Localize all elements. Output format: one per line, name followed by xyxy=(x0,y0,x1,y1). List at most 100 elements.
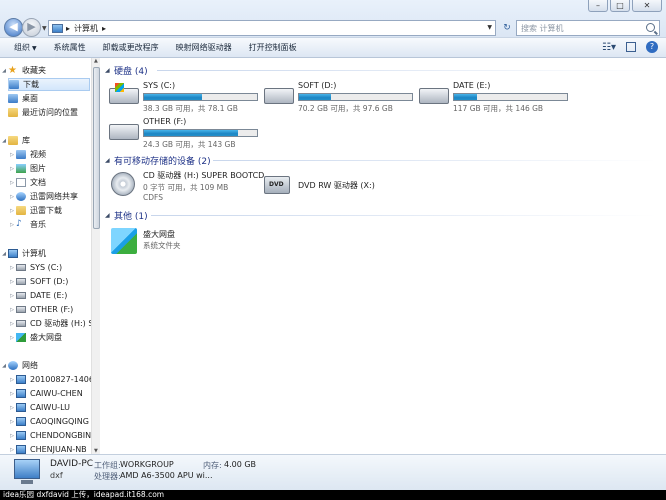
nav-xunlei-share[interactable]: ▷ 迅雷网络共享 xyxy=(8,190,98,203)
drive-icon xyxy=(16,306,26,313)
collapse-icon[interactable]: ◢ xyxy=(105,212,114,219)
expand-icon[interactable]: ▷ xyxy=(8,433,16,439)
group-header-other[interactable]: ◢ 其他 (1) xyxy=(105,208,148,222)
nav-network-item[interactable]: ▷ CAOQINGQING xyxy=(8,415,98,428)
expand-icon[interactable]: ▷ xyxy=(8,194,16,200)
nav-xunlei-download[interactable]: ▷ 迅雷下载 xyxy=(8,204,98,217)
nav-network-item[interactable]: ▷ CAIWU-CHEN xyxy=(8,387,98,400)
collapse-icon[interactable]: ◢ xyxy=(105,157,114,164)
expand-icon[interactable]: ▷ xyxy=(8,391,16,397)
expand-icon[interactable]: ▷ xyxy=(8,166,16,172)
drive-free-space: 0 字节 可用，共 109 MB xyxy=(143,183,229,192)
dvd-drive-tile[interactable]: DVD DVD RW 驱动器 (X:) xyxy=(256,170,426,210)
nav-drive-d[interactable]: ▷ SOFT (D:) xyxy=(8,275,98,288)
nav-music[interactable]: ▷ ♪ 音乐 xyxy=(8,218,98,231)
uninstall-button[interactable]: 卸载或更改程序 xyxy=(103,42,159,53)
minimize-button[interactable]: – xyxy=(588,0,608,12)
nav-network-item[interactable]: ▷ 20100827-1406 xyxy=(8,373,98,386)
computer-icon xyxy=(16,403,26,412)
nav-favorites[interactable]: ◢ ★ 收藏夹 xyxy=(0,64,90,77)
control-panel-button[interactable]: 打开控制面板 xyxy=(249,42,297,53)
group-header-removable[interactable]: ◢ 有可移动存储的设备 (2) xyxy=(105,153,211,167)
nav-documents[interactable]: ▷ 文档 xyxy=(8,176,98,189)
nav-network-item[interactable]: ▷ CAIWU-LU xyxy=(8,401,98,414)
drive-tile[interactable]: OTHER (F:) 24.3 GB 可用，共 143 GB xyxy=(101,116,258,156)
dvd-drive-icon: DVD xyxy=(264,176,290,194)
drive-tile[interactable]: SOFT (D:) 70.2 GB 可用，共 97.6 GB xyxy=(256,80,413,120)
organize-label: 组织 xyxy=(14,43,30,52)
preview-pane-icon[interactable] xyxy=(626,42,636,52)
history-dropdown[interactable]: ▼ xyxy=(42,25,47,32)
drive-name: DATE (E:) xyxy=(453,81,491,90)
help-icon[interactable]: ? xyxy=(646,41,658,53)
cloud-disk-tile[interactable]: 盛大网盘 系统文件夹 xyxy=(101,226,251,266)
nav-recent[interactable]: 最近访问的位置 xyxy=(8,106,98,119)
nav-downloads[interactable]: 下载 xyxy=(8,78,90,91)
breadcrumb-computer[interactable]: 计算机 xyxy=(74,23,98,34)
expand-icon[interactable]: ▷ xyxy=(8,377,16,383)
expand-icon[interactable]: ▷ xyxy=(8,419,16,425)
group-header-hard-disks[interactable]: ◢ 硬盘 (4) xyxy=(105,63,148,77)
organize-button[interactable]: 组织 ▼ xyxy=(14,42,37,53)
nav-cloud-disk[interactable]: ▷ 盛大网盘 xyxy=(8,331,98,344)
expand-icon[interactable]: ▷ xyxy=(8,152,16,158)
star-icon: ★ xyxy=(8,65,17,76)
back-button[interactable]: ◀ xyxy=(4,18,23,37)
search-input[interactable]: 搜索 计算机 xyxy=(516,20,660,36)
nav-desktop[interactable]: 桌面 xyxy=(8,92,98,105)
nav-drive-f[interactable]: ▷ OTHER (F:) xyxy=(8,303,98,316)
drive-usage-bar xyxy=(298,93,413,101)
collapse-icon[interactable]: ◢ xyxy=(105,67,114,74)
expand-icon[interactable]: ▷ xyxy=(8,293,16,299)
cd-drive-tile[interactable]: CD 驱动器 (H:) SUPER BOOTCD 0 字节 可用，共 109 M… xyxy=(101,170,271,210)
collapse-icon[interactable]: ◢ xyxy=(0,138,8,144)
drive-icon xyxy=(16,264,26,271)
collapse-icon[interactable]: ◢ xyxy=(0,251,8,257)
drive-tile[interactable]: DATE (E:) 117 GB 可用，共 146 GB xyxy=(411,80,568,120)
nav-pictures[interactable]: ▷ 图片 xyxy=(8,162,98,175)
nav-drive-cd[interactable]: ▷ CD 驱动器 (H:) S xyxy=(8,317,98,330)
breadcrumb-arrow[interactable]: ▸ xyxy=(66,24,70,33)
nav-videos[interactable]: ▷ 视频 xyxy=(8,148,98,161)
close-button[interactable]: ✕ xyxy=(632,0,662,12)
maximize-button[interactable]: □ xyxy=(610,0,630,12)
nav-label: 桌面 xyxy=(22,94,38,103)
map-drive-button[interactable]: 映射网络驱动器 xyxy=(176,42,232,53)
expand-icon[interactable]: ▷ xyxy=(8,180,16,186)
view-options-icon[interactable]: ☷▾ xyxy=(602,42,616,53)
expand-icon[interactable]: ▷ xyxy=(8,321,16,327)
scrollbar-thumb[interactable] xyxy=(93,67,100,229)
nav-network-item[interactable]: ▷ CHENJUAN-NB xyxy=(8,443,98,454)
nav-scrollbar[interactable]: ▲ ▼ xyxy=(91,58,100,454)
refresh-icon[interactable]: ↻ xyxy=(500,21,514,35)
expand-icon[interactable]: ▷ xyxy=(8,208,16,214)
drive-tile[interactable]: SYS (C:) 38.3 GB 可用，共 78.1 GB xyxy=(101,80,258,120)
breadcrumb-arrow[interactable]: ▸ xyxy=(102,24,106,33)
expand-icon[interactable]: ▷ xyxy=(8,335,16,341)
system-properties-button[interactable]: 系统属性 xyxy=(54,42,86,53)
nav-libraries[interactable]: ◢ 库 xyxy=(0,134,90,147)
nav-network[interactable]: ◢ 网络 xyxy=(0,359,90,372)
nav-label: CHENJUAN-NB xyxy=(30,445,87,454)
address-bar[interactable]: ▸ 计算机 ▸ ▼ xyxy=(48,20,496,36)
nav-drive-e[interactable]: ▷ DATE (E:) xyxy=(8,289,98,302)
expand-icon[interactable]: ▷ xyxy=(8,279,16,285)
expand-icon[interactable]: ▷ xyxy=(8,265,16,271)
search-icon[interactable] xyxy=(646,23,655,32)
expand-icon[interactable]: ▷ xyxy=(8,447,16,453)
collapse-icon[interactable]: ◢ xyxy=(0,363,8,369)
expand-icon[interactable]: ▷ xyxy=(8,222,16,228)
video-icon xyxy=(16,150,26,159)
collapse-icon[interactable]: ◢ xyxy=(0,68,8,74)
computer-icon xyxy=(8,249,18,258)
scroll-up-icon[interactable]: ▲ xyxy=(94,58,98,64)
expand-icon[interactable]: ▷ xyxy=(8,307,16,313)
forward-button[interactable]: ▶ xyxy=(22,18,41,37)
nav-network-item[interactable]: ▷ CHENDONGBIN xyxy=(8,429,98,442)
drive-free-space: 117 GB 可用，共 146 GB xyxy=(453,104,544,113)
nav-computer[interactable]: ◢ 计算机 xyxy=(0,247,90,260)
nav-label: CHENDONGBIN xyxy=(30,431,92,440)
address-dropdown-icon[interactable]: ▼ xyxy=(487,24,492,31)
nav-drive-c[interactable]: ▷ SYS (C:) xyxy=(8,261,98,274)
expand-icon[interactable]: ▷ xyxy=(8,405,16,411)
